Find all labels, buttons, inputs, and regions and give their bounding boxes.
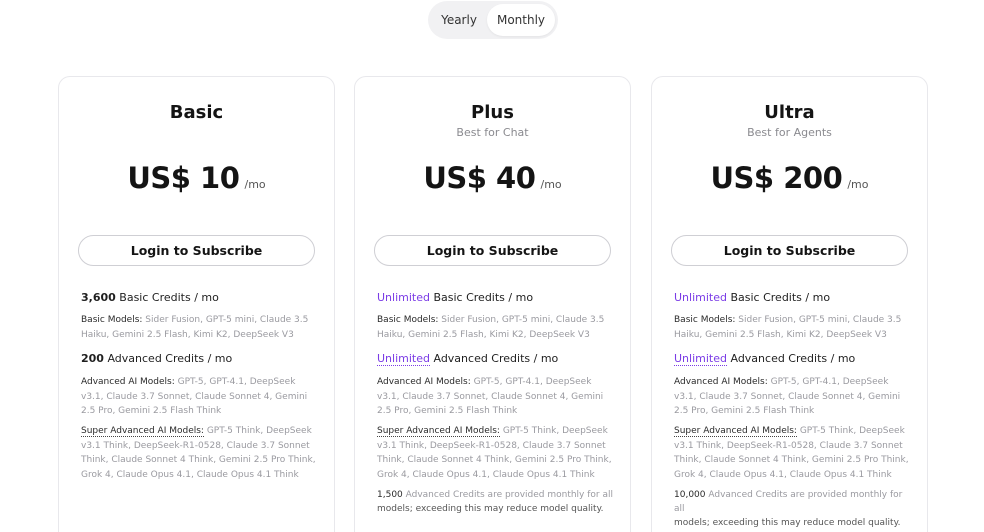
- price-amount: US$ 10: [127, 161, 240, 195]
- credits-note: 1,500 Advanced Credits are provided mont…: [377, 488, 616, 516]
- basic-credits-value: 3,600: [81, 291, 116, 304]
- advanced-models: Advanced AI Models: GPT-5, GPT-4.1, Deep…: [377, 375, 616, 419]
- basic-models: Basic Models: Sider Fusion, GPT-5 mini, …: [81, 313, 320, 342]
- advanced-credits-value[interactable]: Unlimited: [674, 352, 727, 366]
- basic-models: Basic Models: Sider Fusion, GPT-5 mini, …: [674, 313, 913, 342]
- note-tail: models; exceeding this may reduce model …: [377, 504, 604, 514]
- note-text: Advanced Credits are provided monthly fo…: [674, 490, 903, 514]
- toggle-monthly[interactable]: Monthly: [487, 4, 555, 36]
- note-tail: models; exceeding this may reduce model …: [674, 518, 901, 528]
- super-models: Super Advanced AI Models: GPT-5 Think, D…: [81, 424, 320, 482]
- advanced-credits-label: Advanced Credits / mo: [429, 352, 559, 365]
- advanced-credits: Unlimited Advanced Credits / mo: [674, 352, 913, 366]
- plan-name: Ultra: [764, 102, 815, 123]
- basic-models-label: Basic Models:: [674, 315, 736, 325]
- plan-price: US$ 200 /mo: [652, 161, 927, 195]
- basic-credits: 3,600 Basic Credits / mo: [81, 291, 320, 304]
- super-models: Super Advanced AI Models: GPT-5 Think, D…: [377, 424, 616, 482]
- price-amount: US$ 40: [423, 161, 536, 195]
- super-models-label[interactable]: Super Advanced AI Models:: [377, 426, 500, 437]
- credits-note: 10,000 Advanced Credits are provided mon…: [674, 488, 913, 530]
- price-period: /mo: [540, 178, 562, 191]
- plan-card-plus: Plus Best for Chat US$ 40 /mo Login to S…: [354, 76, 631, 532]
- login-to-subscribe-button[interactable]: Login to Subscribe: [374, 235, 611, 266]
- price-amount: US$ 200: [710, 161, 843, 195]
- basic-credits-value: Unlimited: [674, 291, 727, 304]
- login-to-subscribe-button[interactable]: Login to Subscribe: [671, 235, 908, 266]
- basic-models-label: Basic Models:: [377, 315, 439, 325]
- advanced-models: Advanced AI Models: GPT-5, GPT-4.1, Deep…: [81, 375, 320, 419]
- plan-name: Plus: [471, 102, 514, 123]
- basic-credits-label: Basic Credits / mo: [726, 291, 831, 304]
- super-models-label[interactable]: Super Advanced AI Models:: [674, 426, 797, 437]
- advanced-credits-label: Advanced Credits / mo: [103, 352, 233, 365]
- basic-credits: Unlimited Basic Credits / mo: [674, 291, 913, 304]
- plan-card-basic: Basic US$ 10 /mo Login to Subscribe 3,60…: [58, 76, 335, 532]
- basic-credits: Unlimited Basic Credits / mo: [377, 291, 616, 304]
- billing-period-toggle: Yearly Monthly: [428, 1, 558, 39]
- plan-subtitle: Best for Chat: [456, 126, 529, 139]
- login-to-subscribe-button[interactable]: Login to Subscribe: [78, 235, 315, 266]
- basic-credits-label: Basic Credits / mo: [429, 291, 534, 304]
- advanced-models-label: Advanced AI Models:: [377, 377, 471, 387]
- advanced-credits-label: Advanced Credits / mo: [726, 352, 856, 365]
- super-models: Super Advanced AI Models: GPT-5 Think, D…: [674, 424, 913, 482]
- advanced-credits: 200 Advanced Credits / mo: [81, 352, 320, 365]
- toggle-yearly[interactable]: Yearly: [431, 4, 487, 36]
- advanced-credits-value[interactable]: Unlimited: [377, 352, 430, 366]
- plan-name: Basic: [169, 102, 224, 123]
- advanced-models: Advanced AI Models: GPT-5, GPT-4.1, Deep…: [674, 375, 913, 419]
- basic-credits-value: Unlimited: [377, 291, 430, 304]
- advanced-credits: Unlimited Advanced Credits / mo: [377, 352, 616, 366]
- plan-card-ultra: Ultra Best for Agents US$ 200 /mo Login …: [651, 76, 928, 532]
- note-value: 1,500: [377, 490, 403, 500]
- advanced-models-label: Advanced AI Models:: [674, 377, 768, 387]
- note-text: Advanced Credits are provided monthly fo…: [402, 490, 613, 500]
- super-models-label[interactable]: Super Advanced AI Models:: [81, 426, 204, 437]
- plan-subtitle: Best for Agents: [747, 126, 832, 139]
- basic-models: Basic Models: Sider Fusion, GPT-5 mini, …: [377, 313, 616, 342]
- price-period: /mo: [847, 178, 869, 191]
- note-value: 10,000: [674, 490, 706, 500]
- basic-credits-label: Basic Credits / mo: [115, 291, 219, 304]
- basic-models-label: Basic Models:: [81, 315, 143, 325]
- plan-price: US$ 10 /mo: [59, 161, 334, 195]
- plan-price: US$ 40 /mo: [355, 161, 630, 195]
- price-period: /mo: [244, 178, 266, 191]
- advanced-models-label: Advanced AI Models:: [81, 377, 175, 387]
- advanced-credits-value: 200: [81, 352, 104, 365]
